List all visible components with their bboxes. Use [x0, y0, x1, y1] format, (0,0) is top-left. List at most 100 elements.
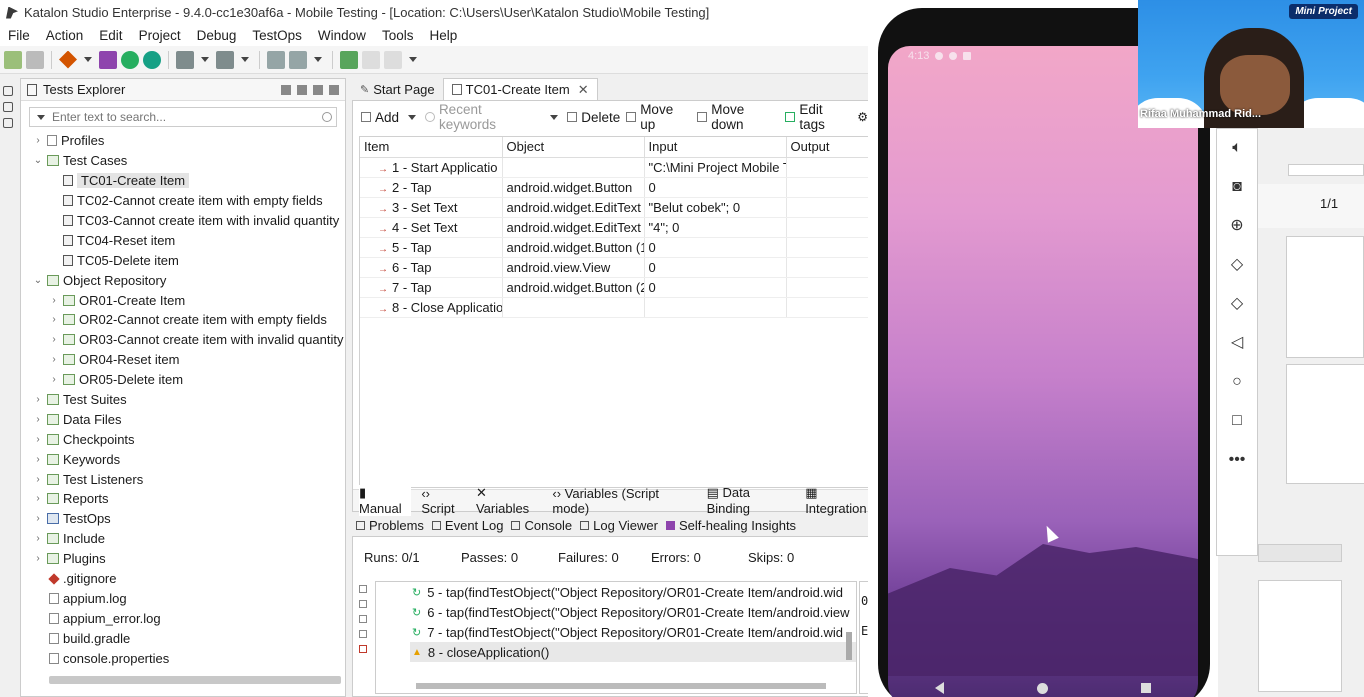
- table-row[interactable]: → 2 - Tap android.widget.Button 0: [360, 177, 878, 198]
- tab-variables[interactable]: ✕ Variables: [476, 485, 542, 516]
- chevron-right-icon[interactable]: ›: [49, 374, 59, 385]
- expand-icon[interactable]: [359, 585, 367, 593]
- minimized-view-icon[interactable]: [3, 102, 13, 112]
- collapse-icon[interactable]: [359, 600, 367, 608]
- scroll-lock-icon[interactable]: [359, 630, 367, 638]
- chevron-right-icon[interactable]: ›: [33, 454, 43, 465]
- screen-icon[interactable]: [267, 50, 285, 69]
- table-row[interactable]: → 6 - Tap android.view.View 0: [360, 257, 878, 278]
- forward-icon[interactable]: [384, 50, 402, 69]
- tree-node[interactable]: › OR04-Reset item: [21, 350, 345, 370]
- tree-node[interactable]: › OR05-Delete item: [21, 370, 345, 390]
- home-icon[interactable]: [1036, 682, 1048, 694]
- menu-help[interactable]: Help: [421, 28, 465, 43]
- chevron-right-icon[interactable]: ›: [33, 533, 43, 544]
- menu-debug[interactable]: Debug: [189, 28, 245, 43]
- move-up-button[interactable]: Move up: [626, 102, 691, 132]
- chevron-right-icon[interactable]: ›: [49, 314, 59, 325]
- plugin-icon[interactable]: [99, 50, 117, 69]
- log-vertical-scrollbar[interactable]: [846, 632, 852, 660]
- web-record-icon[interactable]: [121, 50, 139, 69]
- tree-node[interactable]: appium.log: [21, 588, 345, 608]
- chevron-right-icon[interactable]: ›: [33, 474, 43, 485]
- menu-testops[interactable]: TestOps: [244, 28, 310, 43]
- menu-file[interactable]: File: [0, 28, 38, 43]
- tree-node[interactable]: › OR02-Cannot create item with empty fiel…: [21, 310, 345, 330]
- chevron-down-icon[interactable]: [314, 57, 322, 62]
- recents-icon[interactable]: [1141, 683, 1152, 693]
- tab-console[interactable]: Console: [511, 518, 572, 533]
- tree-node[interactable]: › Include: [21, 529, 345, 549]
- menu-tools[interactable]: Tools: [374, 28, 422, 43]
- chevron-down-icon[interactable]: [241, 57, 249, 62]
- rotate-left-icon[interactable]: ◇: [1228, 256, 1246, 274]
- chevron-right-icon[interactable]: ›: [33, 493, 43, 504]
- column-header[interactable]: Object: [502, 137, 645, 158]
- run-icon[interactable]: [289, 50, 307, 69]
- move-down-button[interactable]: Move down: [697, 102, 779, 132]
- mobile-spy-icon[interactable]: [176, 50, 194, 69]
- close-icon[interactable]: ✕: [578, 82, 589, 98]
- tree-node[interactable]: › Reports: [21, 489, 345, 509]
- add-icon[interactable]: [340, 50, 358, 69]
- explorer-scrollbar[interactable]: [49, 676, 341, 684]
- back-icon[interactable]: ◁: [1228, 334, 1246, 352]
- column-header[interactable]: Input: [644, 137, 787, 158]
- minimized-view-icon[interactable]: [3, 86, 13, 96]
- chevron-down-icon[interactable]: [84, 57, 92, 62]
- tab-variables-script[interactable]: ‹› Variables (Script mode): [552, 486, 696, 516]
- tree-node[interactable]: TC03-Cannot create item with invalid qua…: [21, 211, 345, 231]
- log-entry[interactable]: ▲ 8 - closeApplication(): [410, 642, 856, 662]
- filter-icon[interactable]: [359, 615, 367, 623]
- tab-problems[interactable]: Problems: [356, 518, 424, 533]
- tree-node[interactable]: › Keywords: [21, 449, 345, 469]
- tree-node[interactable]: TC01-Create Item: [21, 171, 345, 191]
- overview-icon[interactable]: □: [1228, 412, 1246, 430]
- new-icon[interactable]: [4, 50, 22, 69]
- tree-node[interactable]: › Data Files: [21, 409, 345, 429]
- chevron-right-icon[interactable]: ›: [33, 434, 43, 445]
- table-row[interactable]: → 3 - Set Text android.widget.EditText - "B…: [360, 197, 878, 218]
- table-row[interactable]: → 1 - Start Applicatio "C:\Mini Project Mo…: [360, 157, 878, 178]
- maximize-icon[interactable]: [329, 84, 339, 95]
- minimized-view-icon[interactable]: [3, 118, 13, 128]
- log-entry[interactable]: ↻ 7 - tap(findTestObject("Object Reposito…: [376, 622, 856, 642]
- menu-window[interactable]: Window: [310, 28, 374, 43]
- camera-icon[interactable]: ◙: [1228, 178, 1246, 196]
- chevron-right-icon[interactable]: ›: [49, 295, 59, 306]
- recent-keywords-button[interactable]: Recent keywords: [425, 102, 541, 132]
- tab-self-healing[interactable]: Self-healing Insights: [665, 518, 796, 533]
- table-row[interactable]: → 8 - Close Applicatio: [360, 297, 878, 318]
- column-header[interactable]: Item: [360, 137, 503, 158]
- volume-icon[interactable]: 🔈︎: [1228, 139, 1246, 157]
- git-icon[interactable]: [59, 50, 77, 69]
- filter-dropdown-icon[interactable]: [37, 114, 45, 120]
- tree-node[interactable]: › TestOps: [21, 509, 345, 529]
- device-screen[interactable]: 4:13: [888, 46, 1198, 697]
- table-row[interactable]: → 5 - Tap android.widget.Button (1 0: [360, 237, 878, 258]
- tree-node[interactable]: › OR01-Create Item: [21, 290, 345, 310]
- tab-tc01[interactable]: TC01-Create Item ✕: [442, 78, 598, 100]
- column-header[interactable]: Output: [786, 137, 878, 158]
- edit-tags-button[interactable]: Edit tags: [785, 102, 851, 132]
- search-icon[interactable]: [322, 112, 332, 122]
- zoom-icon[interactable]: ⊕: [1228, 217, 1246, 235]
- search-input[interactable]: [52, 110, 318, 124]
- chevron-right-icon[interactable]: ›: [49, 334, 59, 345]
- tree-node[interactable]: › Test Suites: [21, 390, 345, 410]
- minimize-icon[interactable]: [313, 84, 323, 95]
- chevron-down-icon[interactable]: [550, 114, 559, 120]
- tab-script[interactable]: ‹› Script: [421, 486, 466, 516]
- delete-button[interactable]: Delete: [567, 110, 620, 125]
- tree-node[interactable]: › Profiles: [21, 131, 345, 151]
- tree-node[interactable]: › Checkpoints: [21, 429, 345, 449]
- log-entry[interactable]: ↻ 6 - tap(findTestObject("Object Reposito…: [376, 602, 856, 622]
- chevron-right-icon[interactable]: ›: [33, 414, 43, 425]
- tree-node[interactable]: › Plugins: [21, 549, 345, 569]
- log-entry[interactable]: ↻ 5 - tap(findTestObject("Object Reposito…: [376, 582, 856, 602]
- chevron-down-icon[interactable]: ⌄: [33, 275, 43, 286]
- tree-node[interactable]: › Test Listeners: [21, 469, 345, 489]
- tab-manual[interactable]: ▮ Manual: [359, 485, 412, 516]
- tree-node[interactable]: build.gradle: [21, 628, 345, 648]
- chevron-right-icon[interactable]: ›: [33, 513, 43, 524]
